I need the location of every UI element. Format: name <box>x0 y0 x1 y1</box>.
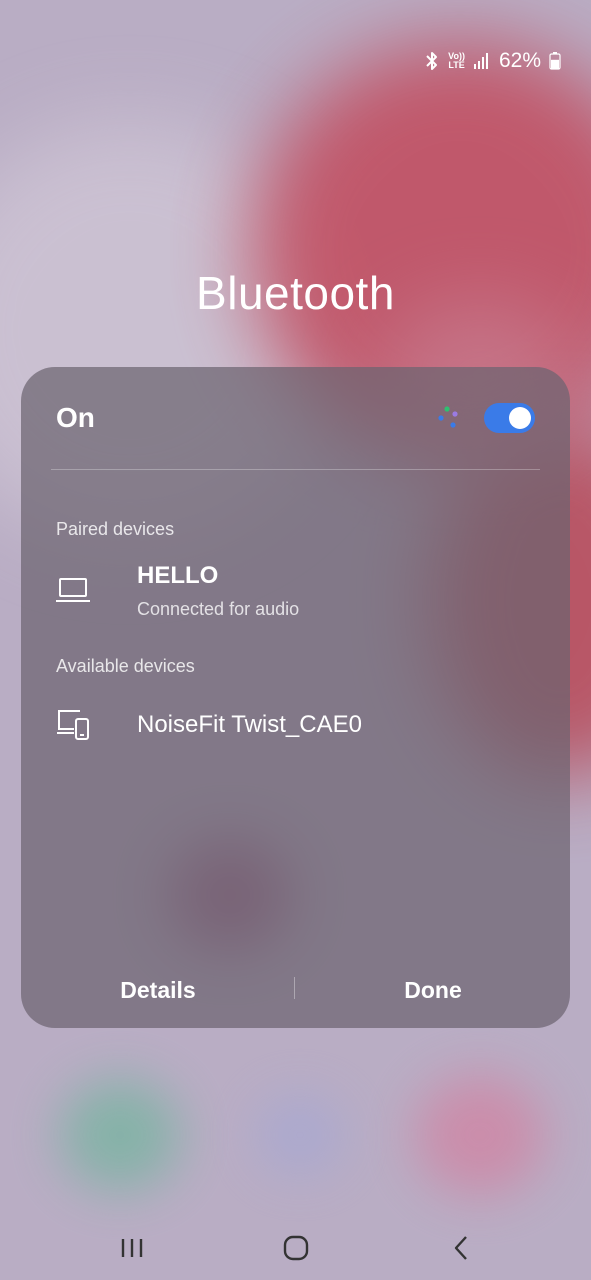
bluetooth-toggle[interactable] <box>484 403 535 433</box>
done-button[interactable]: Done <box>313 965 553 1015</box>
laptop-icon <box>54 573 94 607</box>
toggle-knob <box>509 407 531 429</box>
device-status: Connected for audio <box>137 599 300 619</box>
navigation-bar <box>0 1215 591 1280</box>
device-name: HELLO <box>137 562 219 589</box>
recents-icon[interactable] <box>112 1233 152 1263</box>
panel-footer: Details Done <box>21 965 570 1015</box>
divider <box>51 469 540 470</box>
available-device-item[interactable]: NoiseFit Twist_CAE0 <box>21 691 570 761</box>
scanning-dots-icon <box>436 405 462 431</box>
paired-devices-heading: Paired devices <box>56 519 175 539</box>
signal-bars-icon <box>473 52 491 70</box>
details-button[interactable]: Details <box>38 965 278 1015</box>
status-bar: Vo)) LTE 62% <box>424 46 561 76</box>
available-devices-heading: Available devices <box>56 656 195 676</box>
back-icon[interactable] <box>442 1233 482 1263</box>
battery-icon <box>549 52 561 70</box>
device-name: NoiseFit Twist_CAE0 <box>137 711 362 738</box>
footer-separator <box>294 977 295 999</box>
home-icon[interactable] <box>276 1233 316 1263</box>
paired-device-item[interactable]: HELLO Connected for audio <box>21 557 570 627</box>
bluetooth-toggle-row[interactable]: On <box>21 367 570 469</box>
bluetooth-panel: On Paired devices HELLO Connected for au… <box>21 367 570 1028</box>
battery-percent: 62% <box>498 49 541 72</box>
bluetooth-status-label: On <box>56 402 95 433</box>
page-title: Bluetooth <box>196 267 395 319</box>
multi-device-icon <box>54 707 94 741</box>
bluetooth-icon <box>424 51 440 71</box>
volte-indicator: Vo)) LTE <box>448 51 465 70</box>
